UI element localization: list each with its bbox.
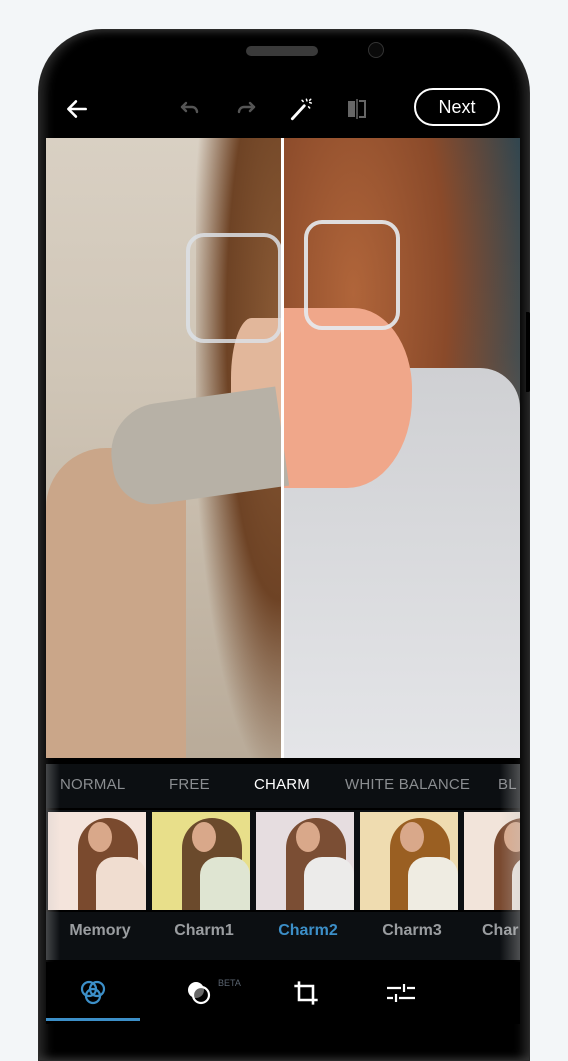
filter-name[interactable]: Char <box>464 922 520 940</box>
undo-button[interactable] <box>174 94 204 124</box>
nav-adjust-button[interactable] <box>384 976 418 1010</box>
filter-thumb-charm2[interactable] <box>256 812 354 910</box>
redo-button[interactable] <box>232 94 262 124</box>
tab-white-balance[interactable]: WHITE BALANCE <box>345 776 470 793</box>
filter-category-tabs: NORMAL FREE CHARM WHITE BALANCE BL <box>46 764 520 808</box>
tab-free[interactable]: FREE <box>169 776 210 793</box>
filter-thumb-memory[interactable] <box>48 812 146 910</box>
magic-wand-icon <box>290 98 313 121</box>
filter-thumb-partial[interactable] <box>464 812 520 910</box>
phone-speaker <box>246 46 318 56</box>
filter-thumb-charm3[interactable] <box>360 812 458 910</box>
tab-normal[interactable]: NORMAL <box>60 776 125 793</box>
filter-thumbnails <box>46 810 520 910</box>
active-tab-indicator <box>46 1018 140 1021</box>
adjust-icon <box>387 984 415 1002</box>
back-button[interactable] <box>62 94 92 124</box>
editor-toolbar: Next <box>46 84 520 134</box>
crop-icon <box>294 981 318 1005</box>
next-button[interactable]: Next <box>414 88 500 126</box>
tab-charm[interactable]: CHARM <box>254 776 310 793</box>
filter-name-selected[interactable]: Charm2 <box>256 922 360 940</box>
filter-name[interactable]: Memory <box>48 922 152 940</box>
compare-divider-handle[interactable] <box>281 138 284 758</box>
arrow-left-icon <box>67 100 87 118</box>
compare-button[interactable] <box>342 94 372 124</box>
photo-face-right <box>282 308 412 488</box>
undo-icon <box>180 101 199 114</box>
filter-name[interactable]: Charm1 <box>152 922 256 940</box>
compare-icon <box>348 99 366 119</box>
nav-overlay-button[interactable] <box>182 976 216 1010</box>
overlay-icon <box>188 982 211 1005</box>
filter-names: Memory Charm1 Charm2 Charm3 Char <box>46 912 520 960</box>
beta-badge: BETA <box>218 978 241 988</box>
filters-icon <box>80 980 106 1005</box>
filter-thumb-charm1[interactable] <box>152 812 250 910</box>
nav-crop-button[interactable] <box>289 976 323 1010</box>
magic-wand-button[interactable] <box>286 94 316 124</box>
photo-glasses-right <box>304 220 400 330</box>
phone-camera <box>368 42 384 58</box>
tab-partial[interactable]: BL <box>498 776 517 793</box>
photo-preview[interactable] <box>46 138 520 758</box>
nav-filters-button[interactable] <box>76 976 110 1010</box>
bottom-nav: BETA <box>46 962 520 1024</box>
photo-glasses-left <box>186 233 282 343</box>
redo-icon <box>237 101 256 114</box>
filter-name[interactable]: Charm3 <box>360 922 464 940</box>
phone-side-button <box>526 312 530 392</box>
